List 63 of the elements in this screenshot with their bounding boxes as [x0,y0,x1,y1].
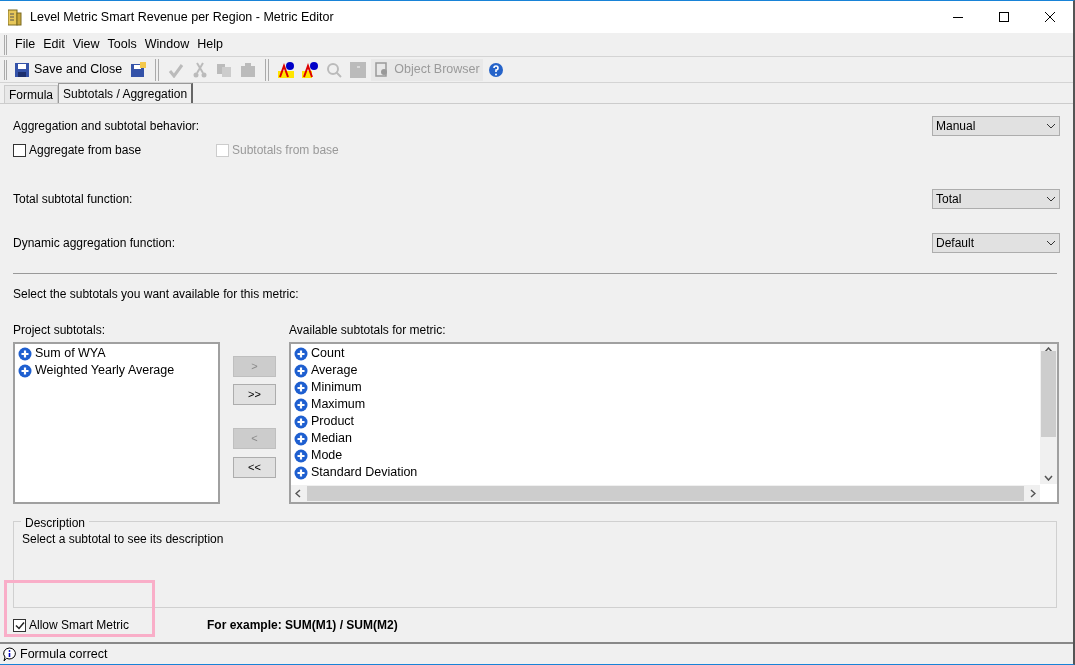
chevron-down-icon [1046,240,1056,246]
menu-item[interactable]: Help [193,35,227,54]
instruction-text: Select the subtotals you want available for this metric: [13,286,300,303]
checkbox-label: Subtotals from base [232,142,339,159]
list-item[interactable]: Weighted Yearly Average [18,362,175,379]
move-button[interactable]: >> [233,384,276,405]
chevron-left-icon [295,489,301,498]
menu-item[interactable]: Edit [39,35,69,54]
plus-icon [294,397,308,412]
checkbox-label: Aggregate from base [29,142,142,159]
list-item[interactable]: Standard Deviation [294,464,418,481]
vertical-scrollbar[interactable] [1040,344,1057,484]
description-text: Select a subtotal to see its description [22,532,224,546]
list-item[interactable]: Average [294,362,358,379]
plus-icon [294,380,308,395]
chevron-down-icon [1046,123,1056,129]
move-button[interactable]: << [233,457,276,478]
plus-icon [294,448,308,463]
plus-icon [294,431,308,446]
tab[interactable]: Subtotals / Aggregation [58,83,194,103]
checkmark-icon [14,620,25,630]
app-icon [8,8,22,26]
plus-icon [18,346,32,361]
chevron-down-icon [1046,196,1056,202]
list-item[interactable]: Mode [294,447,343,464]
menu-item[interactable]: File [11,35,40,54]
field-label: Dynamic aggregation function: [13,235,176,252]
checkbox[interactable] [13,143,26,157]
window-title: Level Metric Smart Revenue per Region - Metric Editor [30,8,334,26]
plus-icon [294,346,308,361]
list-item[interactable]: Maximum [294,396,366,413]
info-icon [2,646,17,662]
list-label: Available subtotals for metric: [289,322,447,339]
chevron-down-icon [1044,475,1053,481]
maximize-icon [999,12,1009,22]
example-text: For example: SUM(M1) / SUM(M2) [207,617,398,634]
list-item[interactable]: Product [294,413,355,430]
menu-item[interactable]: Tools [103,35,141,54]
tab[interactable]: Formula [4,85,58,103]
plus-icon [294,414,308,429]
checkbox[interactable] [13,618,26,632]
chevron-right-icon [1030,489,1036,498]
field-label: Total subtotal function: [13,191,133,208]
field-label: Aggregation and subtotal behavior: [13,118,200,135]
plus-icon [294,465,308,480]
list-item[interactable]: Median [294,430,352,447]
dropdown[interactable]: Manual [932,116,1060,136]
list-item[interactable]: Count [294,345,345,362]
list-label: Project subtotals: [13,322,107,339]
save-icon [14,61,30,78]
dropdown[interactable]: Total [932,189,1060,209]
horizontal-scrollbar[interactable] [291,485,1040,502]
plus-icon [18,363,32,378]
close-icon [1045,12,1055,22]
list-item[interactable]: Sum of WYA [18,345,106,362]
dropdown[interactable]: Default [932,233,1060,253]
status-text: Formula correct [20,645,108,663]
menu-item[interactable]: View [68,35,104,54]
list-item[interactable]: Minimum [294,379,362,396]
toolbar-button[interactable]: Save and Close [11,58,126,81]
checkbox-label: Allow Smart Metric [29,617,129,634]
plus-icon [294,363,308,378]
menu-item[interactable]: Window [140,35,194,54]
